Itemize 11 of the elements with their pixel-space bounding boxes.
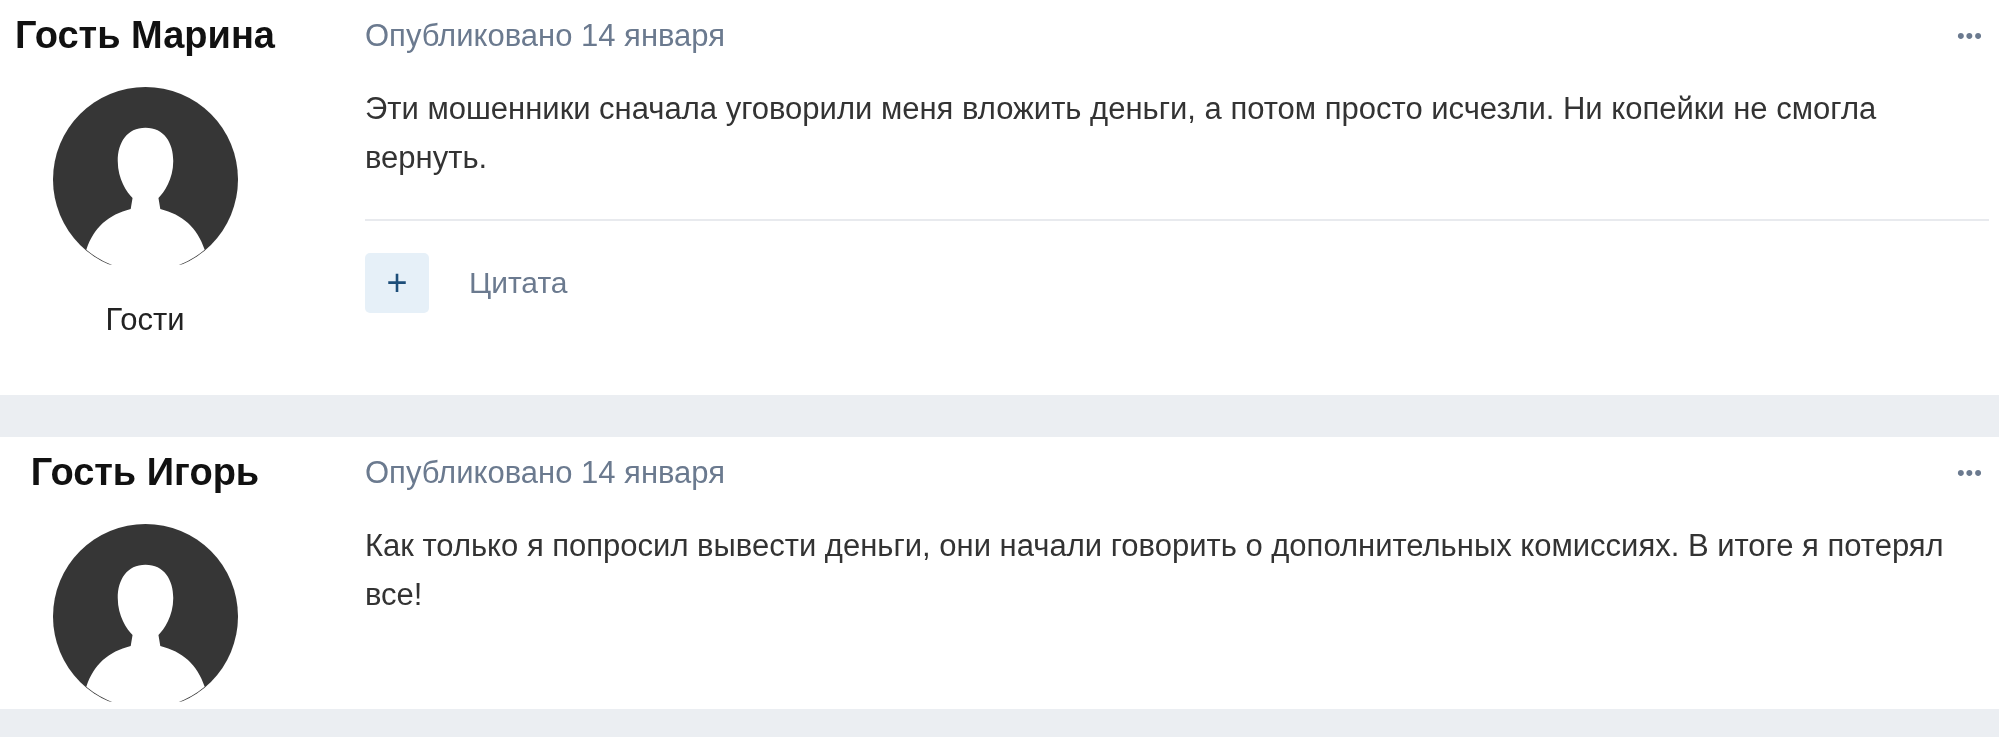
quote-button[interactable]: Цитата — [469, 266, 568, 300]
add-button[interactable]: + — [365, 253, 429, 313]
author-name[interactable]: Гость Игорь — [30, 451, 260, 494]
more-menu[interactable]: ••• — [1950, 23, 1989, 49]
more-menu[interactable]: ••• — [1950, 460, 1989, 486]
post-date: Опубликовано 14 января — [365, 18, 726, 54]
user-group: Гости — [105, 302, 185, 338]
post-text: Эти мошенники сначала уговорили меня вложить деньги, а потом просто исчезли. Ни копейки не смогла вернуть. — [365, 90, 1878, 177]
post-date: Опубликовано 14 января — [365, 455, 726, 491]
author-name[interactable]: Гость Марина — [15, 14, 275, 57]
post-text: Как только я попросил вывести деньги, они начали говорить о дополнительных комиссиях. В итоге я потерял все! — [365, 527, 1945, 614]
